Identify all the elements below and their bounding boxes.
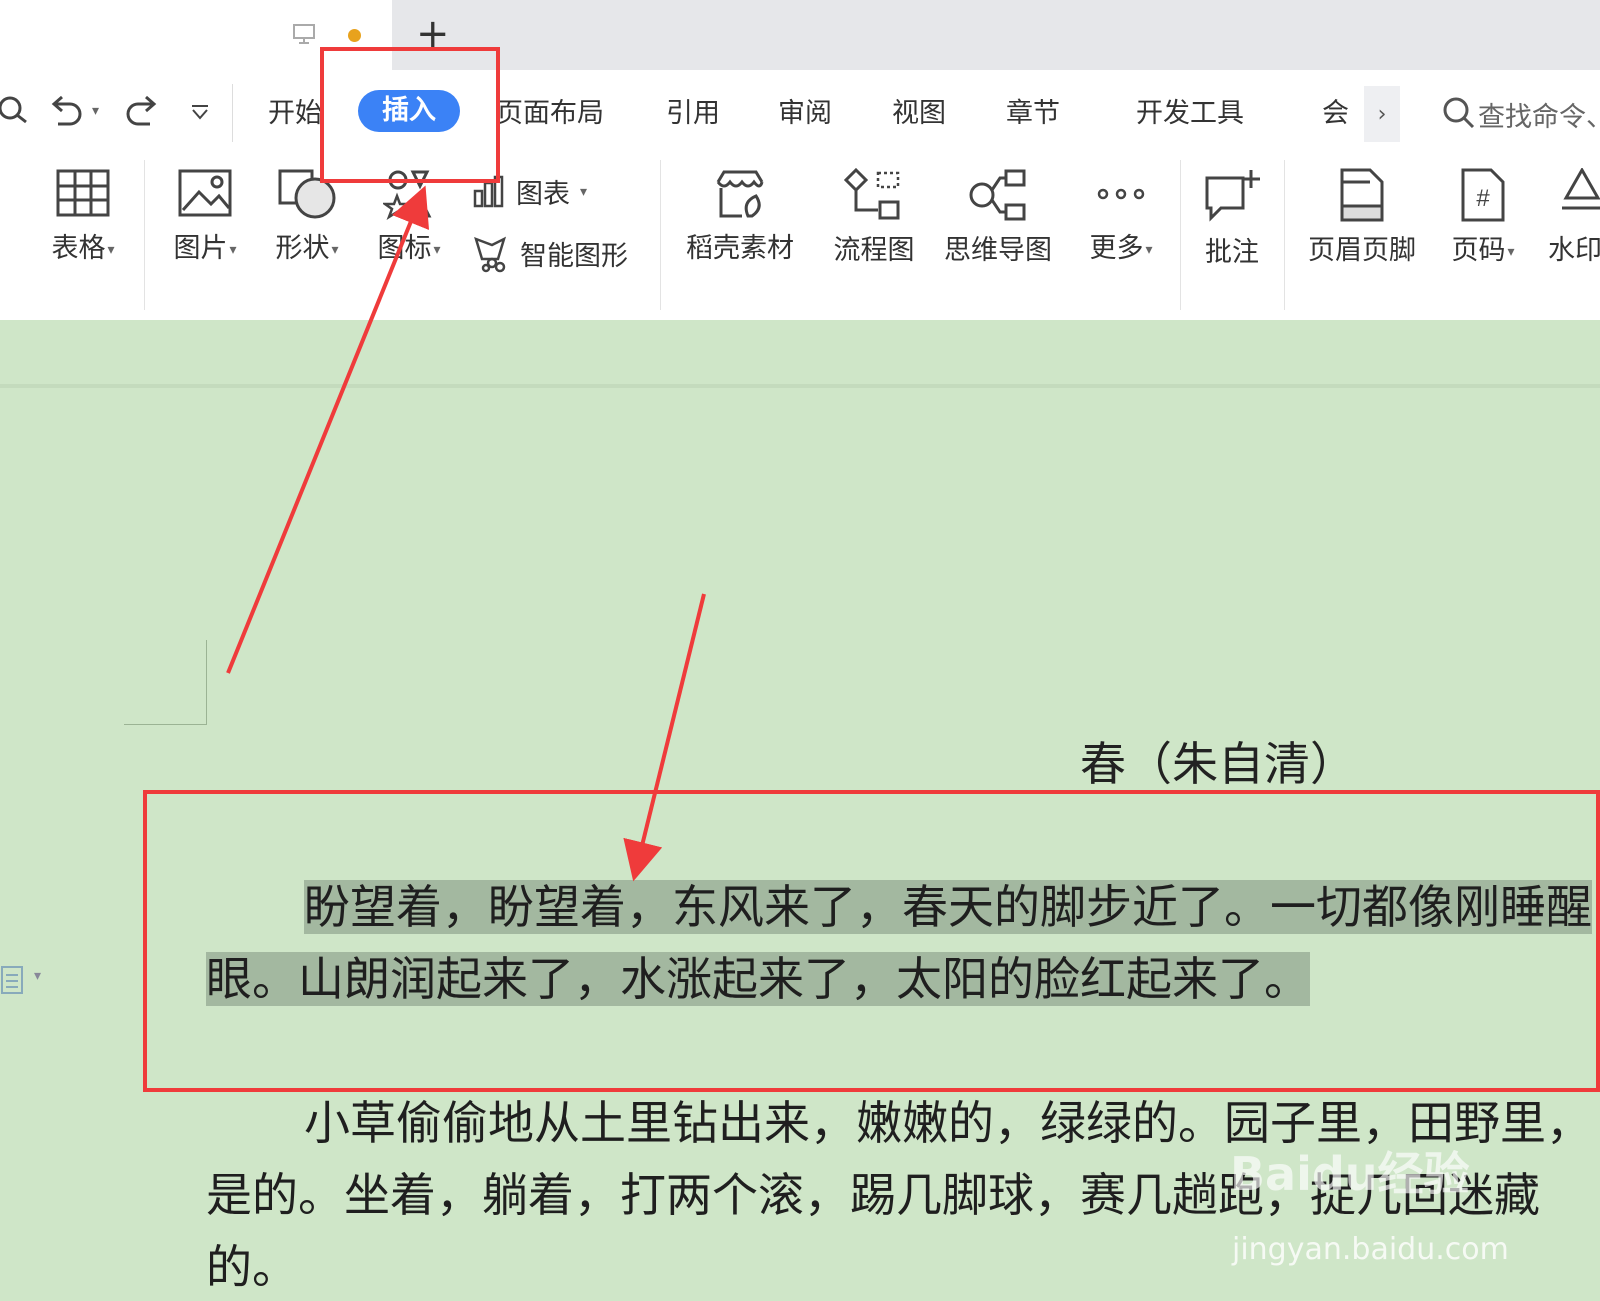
docer-material-button[interactable]: 稻壳素材 [680, 168, 800, 265]
header-footer-label: 页眉页脚 [1308, 235, 1416, 266]
tabs-more-arrow-icon[interactable]: › [1364, 86, 1400, 142]
shape-caret-icon: ▾ [331, 241, 339, 258]
divider [144, 160, 145, 310]
tab-view[interactable]: 视图 [892, 96, 946, 132]
picture-caret-icon: ▾ [229, 241, 237, 258]
table-icon [56, 169, 110, 217]
page-number-button[interactable]: # 页码 ▾ [1440, 168, 1526, 267]
paragraph-layout-caret-icon[interactable]: ▾ [34, 968, 41, 984]
mindmap-label: 思维导图 [944, 235, 1052, 266]
chart-caret-icon: ▾ [580, 183, 588, 200]
insert-tab-highlight-box [320, 47, 500, 183]
watermark-label: 水印 [1548, 235, 1600, 266]
flowchart-label: 流程图 [833, 235, 915, 266]
mindmap-button[interactable]: 思维导图 [938, 168, 1058, 267]
comment-add-icon [1205, 170, 1260, 222]
tab-page-layout[interactable]: 页面布局 [496, 96, 604, 132]
icons-caret-icon: ▾ [433, 241, 441, 258]
page-number-label: 页码 [1451, 235, 1506, 266]
site-watermark-logo: Baidu经验 [1230, 1147, 1470, 1201]
undo-dropdown-caret-icon[interactable]: ▾ [92, 103, 99, 119]
smart-graphic-icon [474, 236, 507, 272]
picture-button[interactable]: 图片 ▾ [164, 168, 246, 265]
search-command-input[interactable]: 查找命令、 [1478, 95, 1600, 134]
selected-text-highlight-box [143, 790, 1600, 1092]
divider [1180, 160, 1181, 310]
material-store-icon [716, 170, 764, 218]
table-button[interactable]: 表格 ▾ [42, 168, 124, 265]
tab-member-partial[interactable]: 会 [1322, 96, 1349, 132]
table-label: 表格 [51, 233, 106, 264]
monitor-icon[interactable] [292, 22, 316, 46]
table-caret-icon: ▾ [107, 241, 115, 258]
title-bar: + [0, 0, 1600, 70]
chart-label: 图表 [516, 179, 570, 210]
watermark-button[interactable]: 水印 [1548, 168, 1600, 267]
paragraph-layout-icon[interactable] [0, 965, 26, 995]
docer-material-label: 稻壳素材 [686, 233, 794, 264]
comment-label: 批注 [1205, 237, 1259, 268]
shape-label: 形状 [275, 233, 330, 264]
document-title: 春（朱自清） [1080, 737, 1356, 791]
undo-icon[interactable] [48, 94, 84, 128]
watermark-icon [1562, 168, 1600, 210]
customize-toolbar-icon[interactable] [190, 104, 210, 120]
redo-icon[interactable] [124, 94, 160, 128]
tab-references[interactable]: 引用 [666, 96, 720, 132]
page-number-icon: # [1461, 168, 1505, 222]
picture-icon [178, 169, 232, 217]
comment-button[interactable]: 批注 [1196, 168, 1268, 269]
flowchart-icon [844, 168, 900, 220]
unsaved-dot-icon [348, 29, 361, 42]
icons-label: 图标 [377, 233, 432, 264]
header-footer-icon [1340, 168, 1384, 222]
paragraph-2-line-3[interactable]: 的。 [206, 1234, 298, 1300]
page-number-caret-icon: ▾ [1507, 243, 1515, 260]
smart-graphic-button[interactable]: 智能图形 [472, 234, 628, 273]
divider [232, 84, 233, 142]
more-dots-icon [1097, 188, 1145, 200]
site-watermark-url: jingyan.baidu.com [1232, 1232, 1509, 1267]
page-top-edge [0, 384, 1600, 388]
tab-review[interactable]: 审阅 [778, 96, 832, 132]
picture-label: 图片 [173, 233, 228, 264]
search-icon[interactable] [1442, 96, 1476, 130]
smart-graphic-label: 智能图形 [520, 241, 628, 272]
flowchart-button[interactable]: 流程图 [826, 168, 922, 267]
tab-developer[interactable]: 开发工具 [1136, 96, 1244, 132]
tab-section[interactable]: 章节 [1006, 96, 1060, 132]
print-preview-icon[interactable] [0, 92, 30, 126]
mindmap-icon [969, 169, 1026, 221]
more-button[interactable]: 更多 ▾ [1078, 168, 1164, 265]
margin-corner-mark [124, 640, 207, 725]
header-footer-button[interactable]: 页眉页脚 [1302, 168, 1422, 267]
divider [1284, 160, 1285, 310]
tab-strip [392, 0, 1600, 70]
svg-text:#: # [1476, 185, 1490, 212]
more-label: 更多 [1089, 233, 1144, 264]
more-caret-icon: ▾ [1145, 241, 1153, 258]
tab-home[interactable]: 开始 [268, 96, 322, 132]
divider [660, 160, 661, 310]
